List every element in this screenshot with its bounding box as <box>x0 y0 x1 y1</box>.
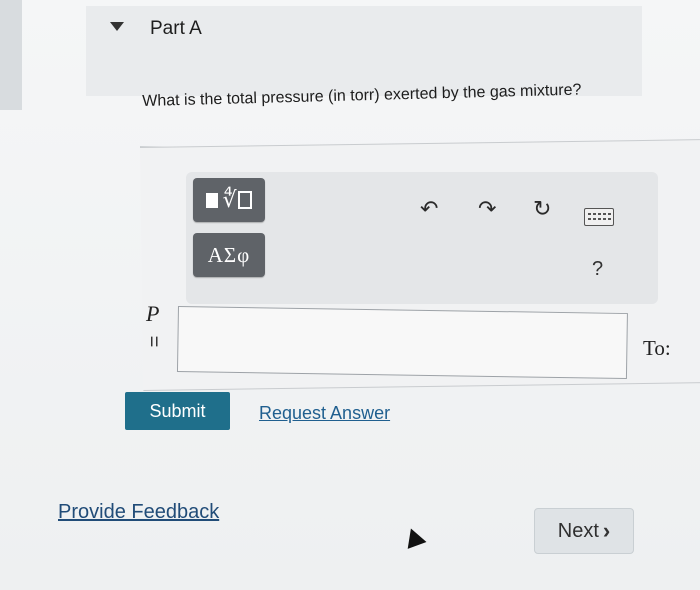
next-label: Next <box>557 519 599 542</box>
left-edge-panel <box>0 0 22 110</box>
part-title: Part A <box>150 18 202 39</box>
equals-label: = <box>142 335 165 348</box>
box-icon <box>237 191 252 209</box>
radical-icon: ∜ <box>222 187 237 213</box>
next-button[interactable]: Next › <box>534 508 634 554</box>
symbols-button[interactable]: ΑΣφ <box>193 233 265 277</box>
answer-input[interactable] <box>176 306 628 380</box>
provide-feedback-link[interactable]: Provide Feedback <box>58 501 219 524</box>
caret-down-icon[interactable] <box>110 22 124 31</box>
keyboard-icon[interactable] <box>584 208 614 226</box>
chevron-right-icon: › <box>602 518 611 543</box>
templates-icon <box>206 192 219 208</box>
help-button[interactable]: ? <box>592 258 603 281</box>
request-answer-link[interactable]: Request Answer <box>259 403 390 424</box>
unit-text: To: <box>643 336 671 360</box>
templates-button[interactable]: ∜ <box>193 178 265 222</box>
undo-icon[interactable]: ↶ <box>420 198 438 222</box>
redo-icon[interactable]: ↷ <box>478 198 496 222</box>
reset-icon[interactable]: ↻ <box>533 198 551 222</box>
submit-button[interactable]: Submit <box>125 392 230 430</box>
variable-label: P <box>146 301 160 326</box>
